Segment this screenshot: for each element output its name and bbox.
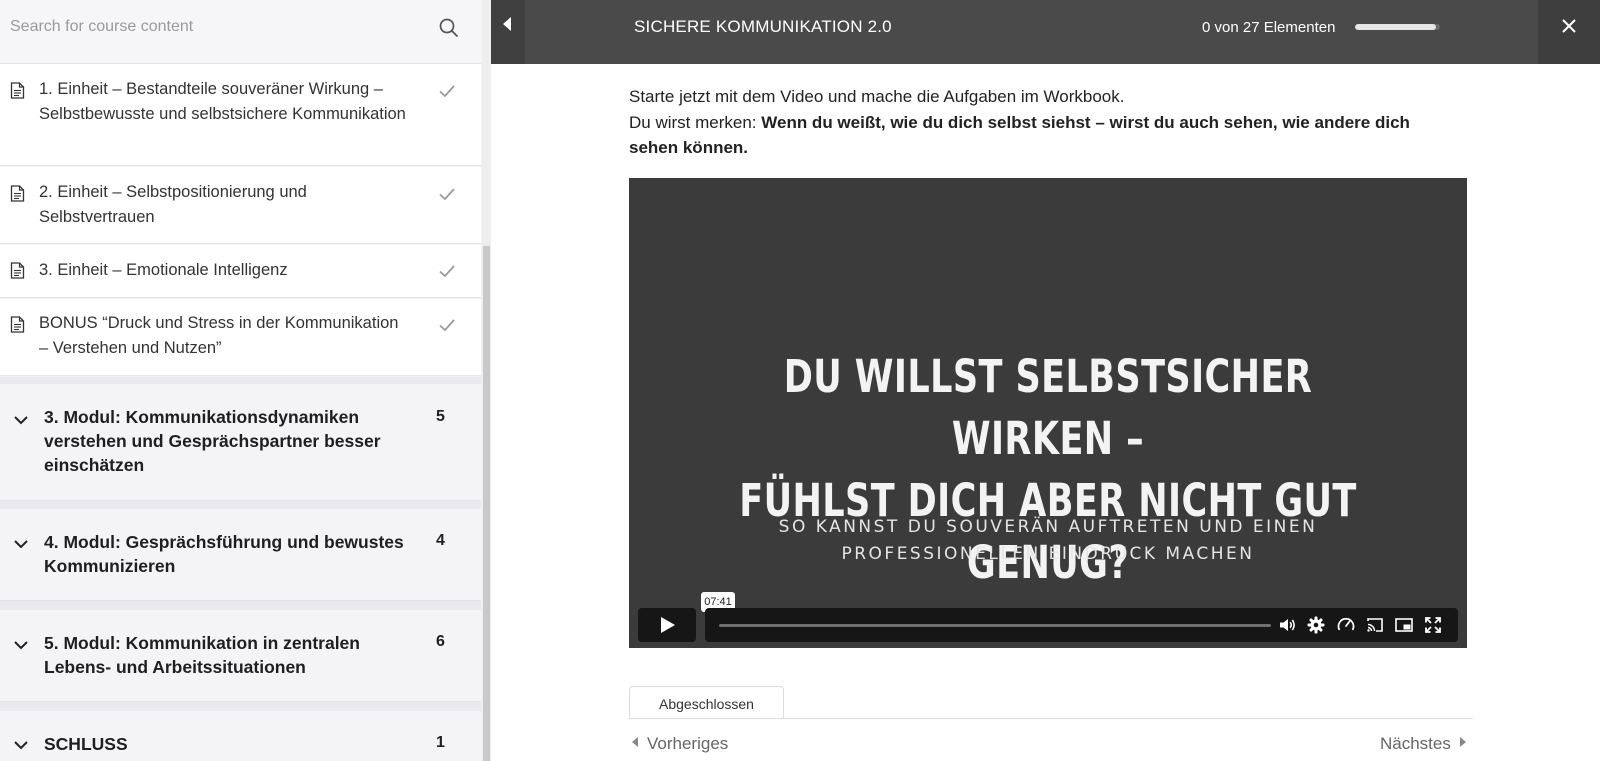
module-title: 3. Modul: Kommunikationsdynamiken verste… [44,407,381,475]
sidebar-scroll-thumb[interactable] [483,246,490,761]
intro-line: Starte jetzt mit dem Video und mache die… [629,87,1125,106]
search-input[interactable] [10,14,430,40]
volume-icon[interactable] [1277,615,1297,635]
module-lesson-count: 6 [436,633,445,650]
course-player: 1. Einheit – Bestandteile souveräner Wir… [0,0,1600,761]
video-player[interactable]: DU WILLST SELBSTSICHER WIRKEN – FÜHLST D… [629,178,1467,648]
chevron-left-icon [632,737,638,747]
divider [629,718,1473,719]
lesson-item[interactable]: 3. Einheit – Emotionale Intelligenz [0,245,481,298]
module-title: 5. Modul: Kommunikation in zentralen Leb… [44,633,360,677]
next-label: Nächstes [1380,734,1451,753]
close-icon [1562,19,1576,33]
previous-link[interactable]: Vorheriges [632,734,728,756]
section-divider [0,501,481,509]
close-button[interactable] [1538,0,1600,64]
module-lesson-count: 4 [436,532,445,549]
search-box [0,0,481,64]
completed-button[interactable]: Abgeschlossen [629,686,784,719]
check-icon [439,188,455,201]
lesson-label: 3. Einheit – Emotionale Intelligenz [39,261,288,279]
intro-line: Du wirst merken: Wenn du weißt, wie du d… [629,110,1459,161]
progress-bar [1355,24,1440,30]
lesson-item[interactable]: 1. Einheit – Bestandteile souveräner Wir… [0,64,481,166]
document-icon [10,185,25,202]
lesson-intro: Starte jetzt mit dem Video und mache die… [629,84,1459,161]
search-icon[interactable] [438,17,460,39]
course-title: SICHERE KOMMUNIKATION 2.0 [634,17,892,36]
previous-label: Vorheriges [647,734,729,753]
cast-icon[interactable] [1365,615,1385,635]
play-button[interactable] [638,608,696,642]
check-icon [439,265,455,278]
chevron-right-icon [1459,737,1466,747]
document-icon [10,262,25,279]
lesson-item[interactable]: BONUS “Druck und Stress in der Kommunika… [0,299,481,376]
progress-bar-fill [1355,24,1436,30]
video-subtitle: SO KANNST DU SOUVERÄN AUFTRETEN UND EINE… [629,514,1467,568]
fullscreen-icon[interactable] [1423,615,1443,635]
progress-text: 0 von 27 Elementen [1202,19,1336,36]
video-control-bar [705,608,1458,642]
module-section[interactable]: 3. Modul: Kommunikationsdynamiken verste… [0,384,481,501]
check-icon [439,85,455,98]
chevron-down-icon[interactable] [12,736,30,754]
chevron-down-icon[interactable] [12,636,30,654]
check-icon [439,319,455,332]
chevron-down-icon[interactable] [12,535,30,553]
video-headline-line: DU WILLST SELBSTSICHER WIRKEN – [783,350,1313,465]
sidebar-toggle-button[interactable] [491,0,525,64]
module-section[interactable]: 4. Modul: Gesprächsführung und bewustes … [0,509,481,601]
seek-bar[interactable] [719,624,1271,627]
section-divider [0,702,481,711]
lesson-label: BONUS “Druck und Stress in der Kommunika… [39,314,399,357]
module-section[interactable]: SCHLUSS 1 [0,711,481,761]
lesson-label: 2. Einheit – Selbstpositionierung und Se… [39,183,307,226]
intro-prefix: Du wirst merken: [629,112,762,132]
video-subtitle-line: PROFESSIONELLEN EINDRUCK MACHEN [841,544,1255,564]
module-title: 4. Modul: Gesprächsführung und bewustes … [44,532,404,576]
lesson-label: 1. Einheit – Bestandteile souveräner Wir… [39,80,406,123]
module-section[interactable]: 5. Modul: Kommunikation in zentralen Leb… [0,610,481,702]
module-lesson-count: 1 [436,734,445,751]
module-title: SCHLUSS [44,734,128,754]
course-topbar: SICHERE KOMMUNIKATION 2.0 0 von 27 Eleme… [491,0,1600,64]
section-divider [0,601,481,610]
picture-in-picture-icon[interactable] [1394,615,1414,635]
next-link[interactable]: Nächstes [1380,734,1466,756]
collapse-arrow-icon [503,17,511,31]
document-icon [10,82,25,99]
video-subtitle-line: SO KANNST DU SOUVERÄN AUFTRETEN UND EINE… [778,517,1318,537]
chevron-down-icon[interactable] [12,411,30,429]
course-sidebar: 1. Einheit – Bestandteile souveräner Wir… [0,0,491,761]
settings-gear-icon[interactable] [1306,615,1326,635]
lesson-item[interactable]: 2. Einheit – Selbstpositionierung und Se… [0,167,481,244]
section-divider [0,377,481,384]
document-icon [10,316,25,333]
module-lesson-count: 5 [436,408,445,425]
play-icon [661,617,675,633]
playback-speed-icon[interactable] [1336,615,1356,635]
